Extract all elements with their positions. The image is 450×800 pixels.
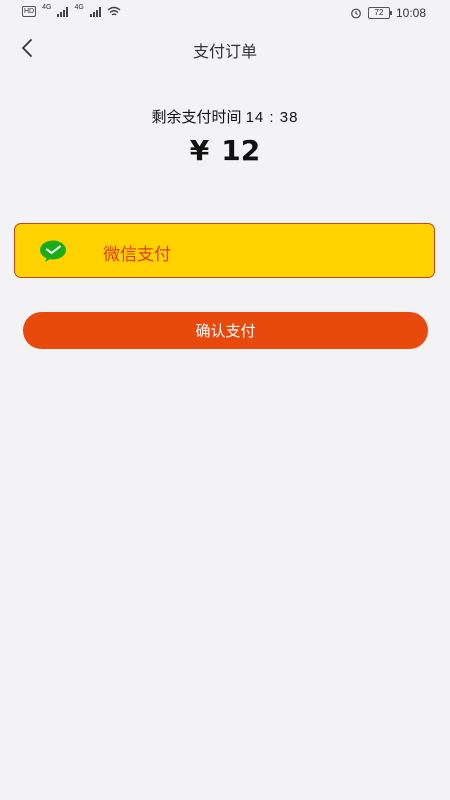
status-left: HD 4G 4G — [22, 4, 121, 17]
page-title: 支付订单 — [192, 42, 257, 61]
amount-value: 12 — [221, 134, 261, 167]
countdown-label: 剩余支付时间 — [151, 108, 242, 126]
alarm-icon — [351, 8, 361, 19]
clock-time: 10:08 — [395, 6, 426, 20]
amount-row: ¥12 — [0, 134, 450, 167]
status-right: 72 10:08 — [350, 6, 426, 20]
network-type-2: 4G — [74, 4, 84, 11]
countdown-row: 剩余支付时间 14 : 38 — [0, 106, 450, 127]
wifi-icon — [107, 6, 121, 16]
countdown-value: 14 : 38 — [245, 109, 299, 126]
nav-bar: 支付订单 — [0, 26, 450, 70]
wechat-pay-option[interactable]: 微信支付 — [14, 223, 435, 278]
confirm-payment-button[interactable]: 确认支付 — [23, 312, 428, 349]
signal-icon — [57, 6, 69, 17]
payment-method-label: 微信支付 — [103, 245, 171, 265]
wechat-pay-icon — [40, 240, 66, 262]
status-bar: HD 4G 4G 72 10:08 — [0, 0, 450, 26]
network-type-1: 4G — [42, 4, 52, 11]
battery-icon: 72 — [367, 7, 392, 19]
currency-symbol: ¥ — [189, 134, 210, 167]
signal-icon-2 — [89, 6, 101, 17]
hd-badge: HD — [22, 6, 37, 17]
